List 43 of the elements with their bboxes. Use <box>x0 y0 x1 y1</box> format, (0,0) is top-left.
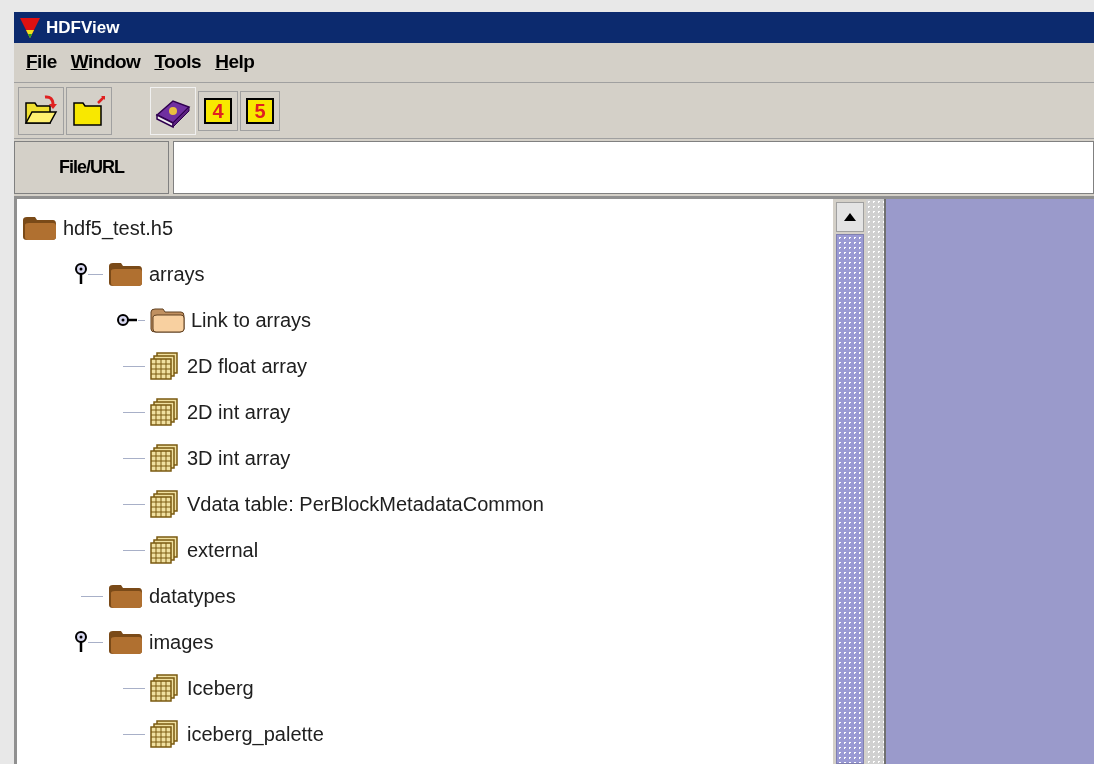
folder-icon <box>21 215 57 241</box>
numbered-folder-icon: 4 <box>204 97 232 124</box>
menu-item[interactable]: Tools <box>150 48 206 77</box>
grid-icon <box>149 673 181 703</box>
logo-icon <box>18 15 42 40</box>
grid-icon <box>149 397 181 427</box>
folder-icon <box>107 629 143 655</box>
toolbar-button[interactable] <box>18 86 64 135</box>
folder-icon <box>149 307 185 333</box>
grid-icon <box>149 443 181 473</box>
tree-item-label[interactable]: 2D float array <box>185 351 308 381</box>
tree-item-label[interactable]: Vdata table: PerBlockMetadataCommon <box>185 489 544 519</box>
tree-item-label[interactable]: datatypes <box>147 581 236 611</box>
splitter[interactable] <box>866 199 886 764</box>
window-title: HDFView <box>46 16 120 39</box>
scrollbar[interactable] <box>833 199 866 764</box>
tree-item-label[interactable]: arrays <box>147 259 205 289</box>
tree-item-label[interactable]: Iceberg <box>185 673 254 703</box>
grid-icon <box>149 719 181 749</box>
tree-item-label[interactable]: external <box>185 535 259 565</box>
tree-item-label[interactable]: iceberg_palette <box>185 719 324 749</box>
folder-icon <box>107 583 143 609</box>
numbered-folder-button[interactable]: 5 <box>240 90 280 131</box>
grid-icon <box>149 489 181 519</box>
menu-item[interactable]: Help <box>211 48 259 77</box>
numbered-folder-button[interactable]: 4 <box>198 90 238 131</box>
grid-icon <box>149 351 181 381</box>
scroll-thumb[interactable] <box>835 234 864 764</box>
menu-item[interactable]: Window <box>66 48 145 77</box>
scroll-up-button[interactable] <box>835 202 864 232</box>
numbered-folder-icon: 5 <box>246 97 274 124</box>
grid-icon <box>149 535 181 565</box>
tree-item-label[interactable]: 2D int array <box>185 397 291 427</box>
up-arrow-icon <box>843 213 856 221</box>
tree-item-label[interactable]: Link to arrays <box>189 305 312 335</box>
url-field[interactable] <box>173 141 1094 194</box>
toolbar-button[interactable] <box>66 86 112 135</box>
folder-icon <box>107 261 143 287</box>
tree-item-label[interactable]: hdf5_test.h5 <box>61 213 174 243</box>
file-url-button[interactable]: File/URL <box>14 141 169 194</box>
tree-item-label[interactable]: 3D int array <box>185 443 291 473</box>
menu-item[interactable]: File <box>22 48 61 77</box>
tree-item-label[interactable]: images <box>147 627 214 657</box>
